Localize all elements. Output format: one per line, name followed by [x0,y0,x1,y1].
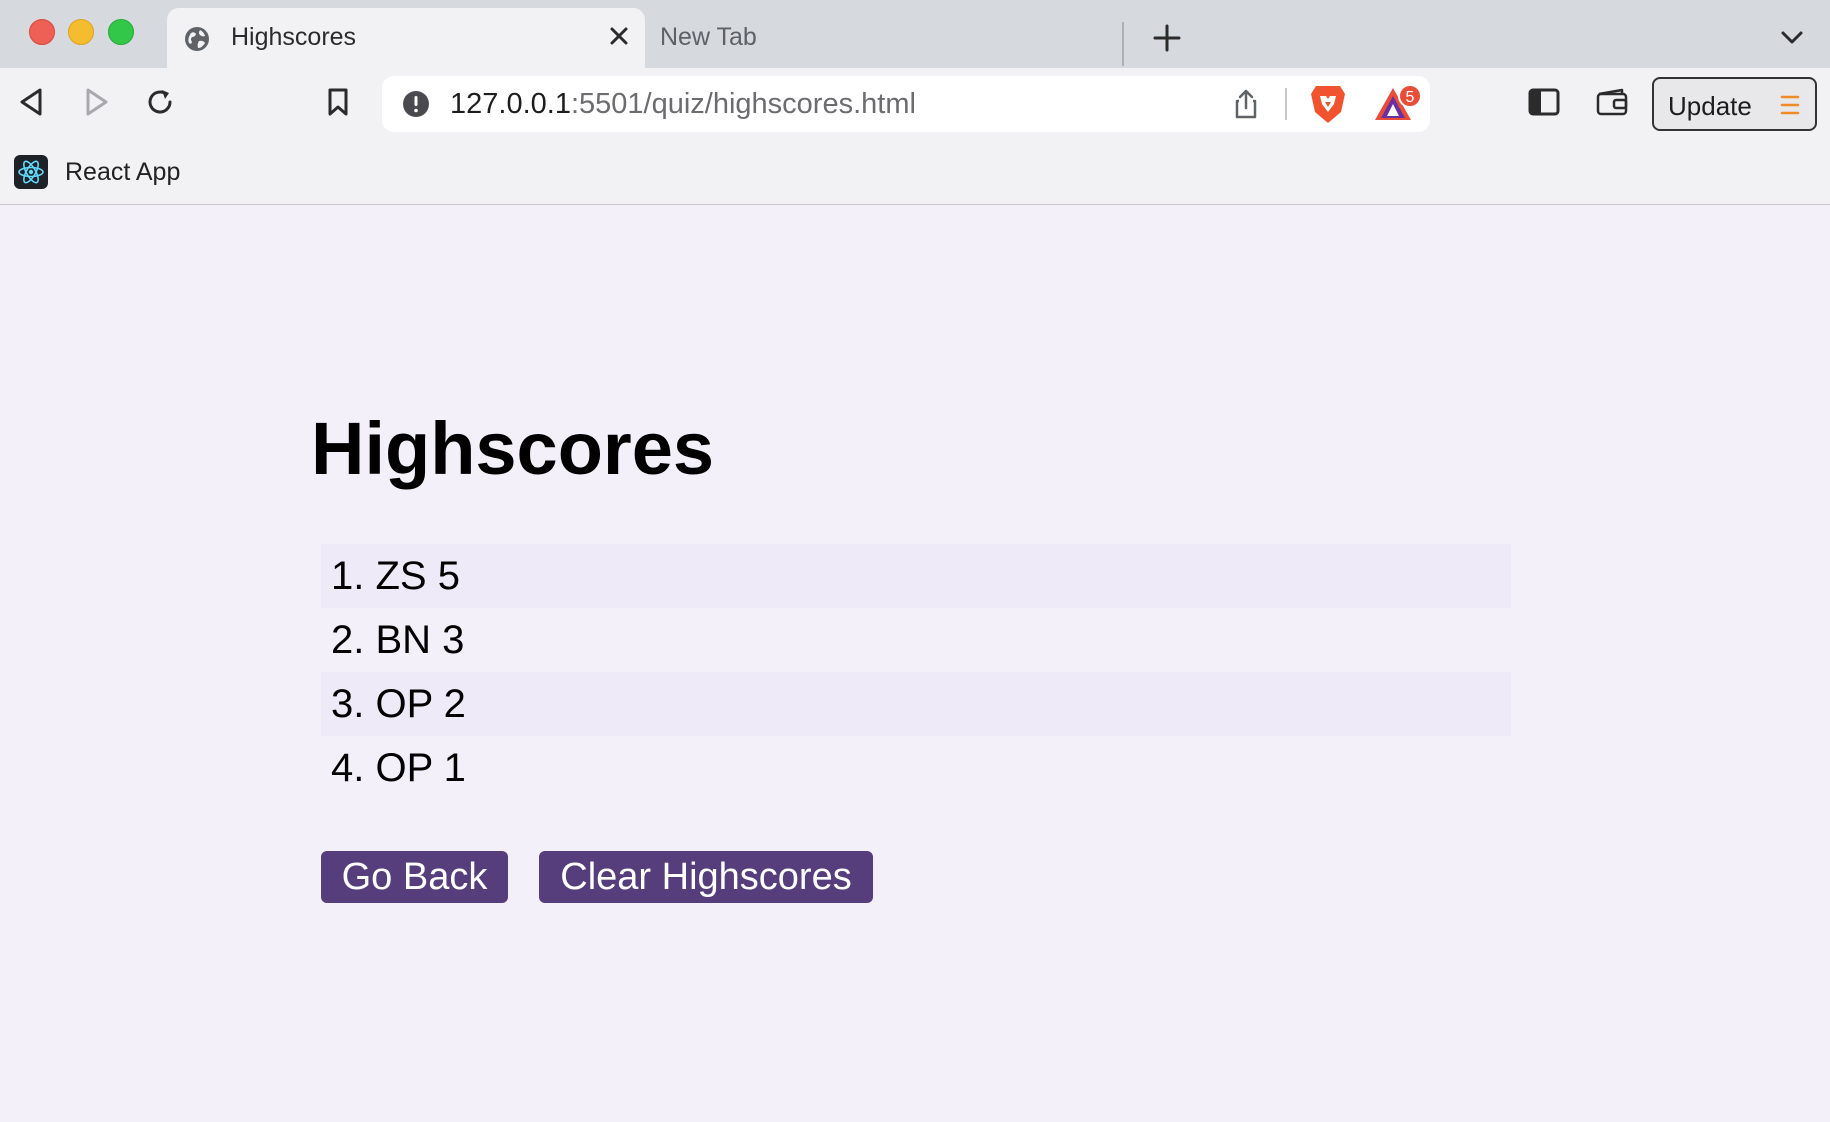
tab-new-tab[interactable]: New Tab [660,8,1122,68]
score-entry: OP 2 [375,681,466,726]
score-rank: 3. [331,681,376,726]
tab-highscores[interactable]: Highscores [167,8,645,68]
back-arrow-icon[interactable] [14,84,50,120]
rewards-badge: 5 [1398,84,1422,108]
browser-toolbar: 127.0.0.1:5501/quiz/highscores.html 5 Up… [0,68,1830,142]
brave-shields-icon[interactable] [1308,82,1348,126]
score-entry: BN 3 [375,617,465,662]
minimize-window-button[interactable] [68,19,94,45]
url-text: 127.0.0.1:5501/quiz/highscores.html [450,88,916,120]
bookmark-icon[interactable] [320,84,356,120]
sidebar-icon[interactable] [1526,84,1562,120]
maximize-window-button[interactable] [108,19,134,45]
wallet-icon[interactable] [1594,84,1630,120]
tab-divider [1122,22,1124,66]
list-item: 2. BN 3 [321,608,1511,672]
list-item: 3. OP 2 [321,672,1511,736]
tab-strip: Highscores New Tab [0,0,1830,68]
score-entry: ZS 5 [375,553,460,598]
info-icon[interactable] [402,90,430,118]
close-icon[interactable] [605,22,633,50]
forward-arrow-icon[interactable] [78,84,114,120]
globe-icon [185,27,209,51]
bookmark-label: React App [65,157,181,186]
clear-highscores-button[interactable]: Clear Highscores [539,851,873,903]
score-rank: 1. [331,553,376,598]
bookmark-react-app[interactable]: React App [14,152,180,192]
address-bar-separator [1285,88,1287,120]
browser-window: Highscores New Tab 127.0.0.1:5501/quiz/h… [0,0,1830,1122]
score-rank: 4. [331,745,376,790]
address-bar[interactable]: 127.0.0.1:5501/quiz/highscores.html 5 [382,76,1430,132]
brave-rewards-button[interactable]: 5 [1372,84,1422,126]
bookmarks-bar: React App [0,142,1830,205]
plus-icon[interactable] [1151,22,1183,54]
list-item: 1. ZS 5 [321,544,1511,608]
highscores-list: 1. ZS 5 2. BN 3 3. OP 2 4. OP 1 [321,544,1511,800]
menu-icon [1780,95,1800,115]
react-logo-icon [14,155,48,189]
go-back-button[interactable]: Go Back [321,851,508,903]
page-title: Highscores [311,407,715,490]
tab-title: New Tab [660,23,757,51]
reload-icon[interactable] [142,84,178,120]
list-item: 4. OP 1 [321,736,1511,800]
tab-title: Highscores [231,23,357,51]
score-rank: 2. [331,617,376,662]
page-content: Highscores 1. ZS 5 2. BN 3 3. OP 2 4. OP… [0,206,1830,1122]
chevron-down-icon[interactable] [1778,28,1806,48]
close-window-button[interactable] [29,19,55,45]
share-icon[interactable] [1230,88,1262,120]
update-button[interactable]: Update [1652,77,1817,131]
score-entry: OP 1 [375,745,466,790]
update-label: Update [1668,91,1752,121]
